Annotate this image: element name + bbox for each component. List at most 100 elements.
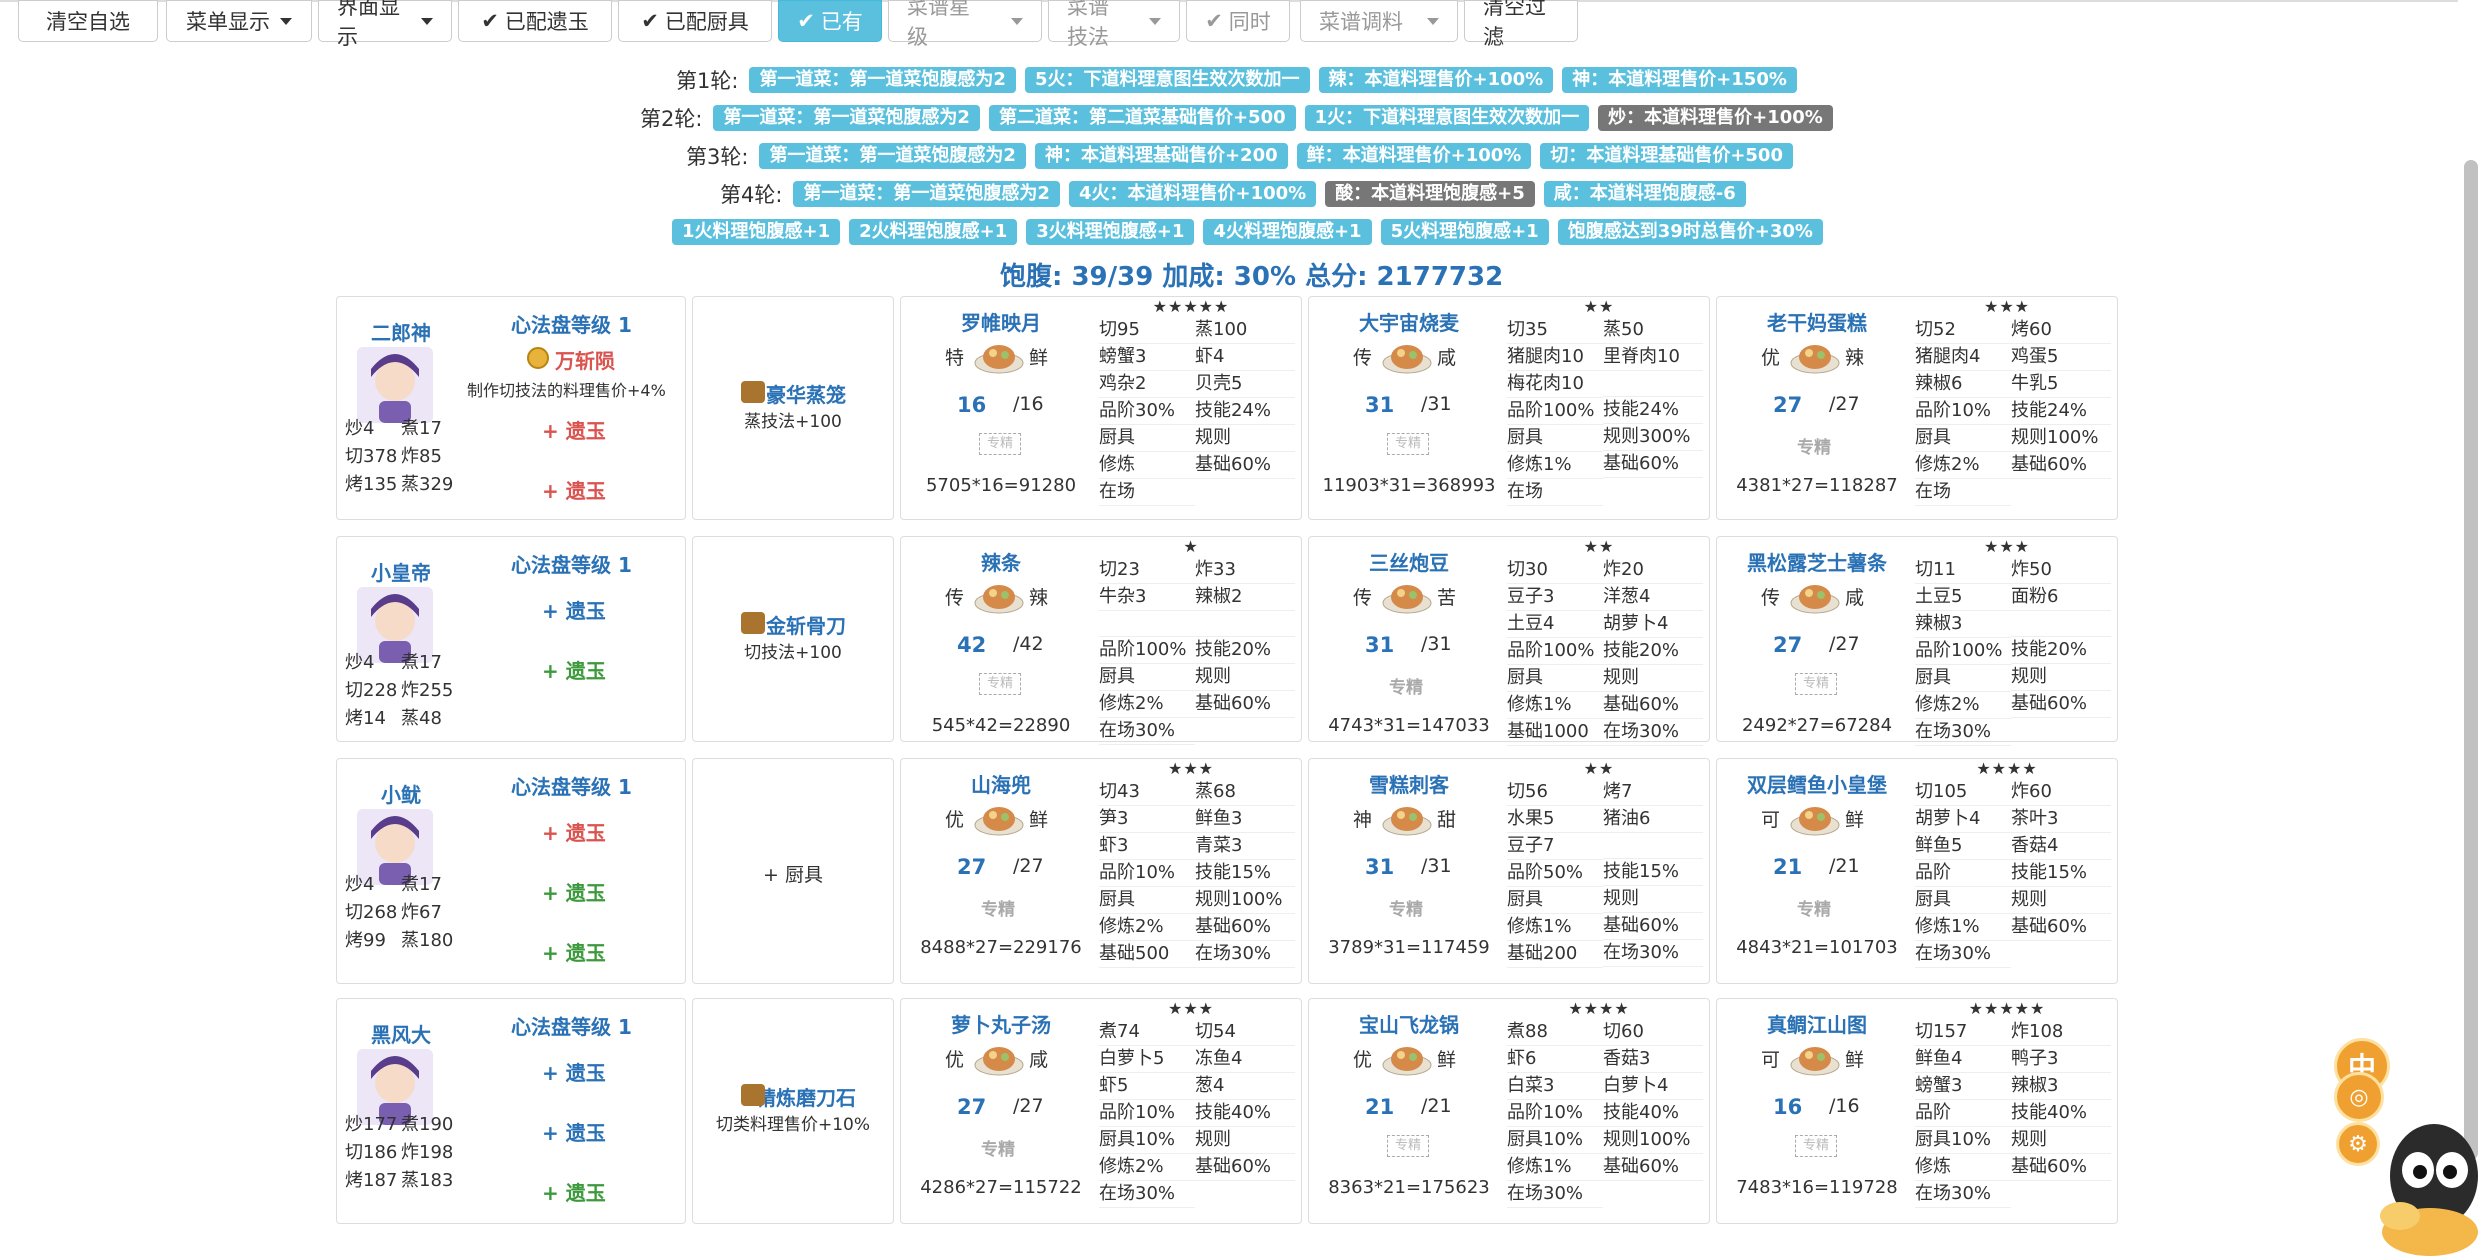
rule-tag: 第二道菜：第二道菜基础售价+500 [988,105,1296,131]
stat-value: 烤187 [345,1170,398,1191]
chef-name[interactable]: 小鱿 [371,779,431,808]
dish-card[interactable]: 宝山飞龙锅 ★★★★ 优鲜 21/21 专精 8363*21=175623 煮88 虾6 白菜3… [1308,998,1710,1224]
detail-item: 规则 [2011,887,2111,914]
rule-tag: 1火料理饱腹感+1 [672,219,841,245]
detail-item: 虾3 [1099,833,1195,860]
detail-item: 基础60% [2011,1154,2111,1181]
dish-card[interactable]: 罗帷映月 ★★★★★ 特鲜 16/16 专精 5705*16=91280 切95 螃蟹3 鸡杂2… [900,296,1302,520]
dish-quantity[interactable]: 31 [1365,633,1394,657]
toolbar-button-8[interactable]: ✔ 同时 [1186,0,1290,42]
stat-value: 炒4 [345,652,375,673]
chef-name[interactable]: 二郎神 [371,317,431,346]
detail-item: 鲜鱼5 [1915,833,2011,860]
dish-detail-right: 炸33 辣椒2 技能20% 规则 基础60% [1195,557,1295,718]
add-yuyu-button[interactable]: + 遗玉 [542,475,606,504]
dish-quantity[interactable]: 31 [1365,393,1394,417]
detail-item: 技能40% [1195,1100,1295,1127]
add-yuyu-button[interactable]: + 遗玉 [542,595,606,624]
toolbar-button-0[interactable]: 清空自选 [18,0,158,42]
dish-rank: 优 [945,809,965,831]
equip-card[interactable]: 豪华蒸笼 蒸技法+100 [692,296,894,520]
equip-desc: 蒸技法+100 [744,412,842,432]
detail-item: 胡萝卜4 [1915,806,2011,833]
add-equip-button[interactable]: + 厨具 [693,860,893,887]
add-yuyu-button[interactable]: + 遗玉 [542,877,606,906]
dish-quantity[interactable]: 16 [957,393,986,417]
dish-quantity[interactable]: 27 [1773,393,1802,417]
dish-total: 8488*27=229176 [920,937,1082,958]
toolbar-button-3[interactable]: ✔ 已配遗玉 [458,0,612,42]
toolbar-button-1[interactable]: 菜单显示 [166,0,312,42]
chef-card[interactable]: 黑风大王炒177煮190切186炸198烤187蒸183心法盘等级 1+ 遗玉+… [336,998,686,1224]
dish-card[interactable]: 三丝炮豆 ★★ 传苦 31/31 专精 4743*31=147033 切30 豆子3 土豆4 品阶… [1308,536,1710,746]
dish-card[interactable]: 双层鳕鱼小皇堡 ★★★★ 可鲜 21/21 专精 4843*21=101703 切105 胡萝… [1716,758,2118,984]
toolbar-button-label: 清空过滤 [1483,0,1546,49]
dish-quantity[interactable]: 21 [1365,1095,1394,1119]
stat-value: 切186 [345,1142,398,1163]
detail-item [1603,833,1703,859]
detail-item: 修炼 [1099,452,1195,479]
detail-item: 品阶100% [1507,638,1603,665]
dish-detail-right: 切60 香菇3 白萝卜4 技能40% 规则100% 基础60% [1603,1019,1703,1181]
xinfa-level[interactable]: 心法盘等级 1 [511,771,632,800]
stat-line: 炒4 煮17 [345,871,457,899]
detail-item: 豆子7 [1507,833,1603,860]
chef-card[interactable]: 二郎神 炒4 煮17 切378 炸85 烤135 蒸329 心法盘等级 1 万斩陨 制作切技法的料… [336,296,686,520]
dish-card[interactable]: 大宇宙烧麦 ★★ 传咸 31/31 专精 11903*31=368993 切35 猪腿肉10 梅… [1308,296,1710,520]
detail-item: 厨具 [1915,887,2011,914]
toolbar-button-label: 已配遗玉 [504,10,589,34]
dish-quantity[interactable]: 31 [1365,855,1394,879]
equip-card[interactable]: 金斩骨刀 切技法+100 [692,536,894,742]
round-row: 1火料理饱腹感+1 2火料理饱腹感+1 3火料理饱腹感+1 4火料理饱腹感+1 5火料理… [672,218,1823,246]
chef-name[interactable]: 小皇帝 [371,557,431,586]
dish-max-quantity: /27 [1829,633,1860,655]
dish-detail-left: 切52 猪腿肉4 辣椒6 品阶10% 厨具 修炼2% 在场 [1915,317,2011,506]
dish-card[interactable]: 山海兜 ★★★ 优鲜 27/27 专精 8488*27=229176 切43 笋3 虾3 品阶10… [900,758,1302,984]
dish-card[interactable]: 雪糕刺客 ★★ 神甜 31/31 专精 3789*31=117459 切56 水果5 豆子7 品阶… [1308,758,1710,984]
toolbar-button-5[interactable]: ✔ 已有 [778,0,882,42]
detail-item: 烤60 [2011,317,2111,344]
detail-item: 基础60% [1195,691,1295,718]
dish-quantity[interactable]: 27 [957,1095,986,1119]
add-yuyu-button[interactable]: + 遗玉 [542,415,606,444]
xinfa-level[interactable]: 心法盘等级 1 [511,1011,632,1040]
toolbar-button-2[interactable]: 界面显示 [318,0,452,49]
dish-quantity[interactable]: 42 [957,633,986,657]
dish-card[interactable]: 真鲷江山图 ★★★★★ 可鲜 16/16 专精 7483*16=119728 切157 鲜鱼4… [1716,998,2118,1224]
xinfa-level[interactable]: 心法盘等级 1 [511,309,632,338]
dish-card[interactable]: 黑松露芝士薯条 ★★★ 传咸 27/27 专精 2492*27=67284 切11 土豆5 辣椒… [1716,536,2118,746]
equip-card[interactable]: + 厨具 [692,758,894,984]
add-yuyu-button[interactable]: + 遗玉 [542,1177,606,1206]
detail-item: 规则 [1603,665,1703,692]
toolbar-button-4[interactable]: ✔ 已配厨具 [618,0,772,42]
dish-quantity[interactable]: 27 [1773,633,1802,657]
add-yuyu-button[interactable]: + 遗玉 [542,817,606,846]
toolbar-button-6[interactable]: 菜谱星级 [888,0,1042,49]
equip-card[interactable]: 精炼磨刀石 切类料理售价+10% [692,998,894,1224]
stat-value: 炸67 [401,902,442,923]
dish-card[interactable]: 萝卜丸子汤 ★★★ 优咸 27/27 专精 4286*27=115722 煮74 白萝卜5 虾5… [900,998,1302,1224]
chef-card[interactable]: 小鱿 炒4 煮17 切268 炸67 烤99 蒸180 心法盘等级 1 + 遗玉 + 遗玉 + 遗玉 [336,758,686,984]
dish-quantity[interactable]: 27 [957,855,986,879]
chef-card[interactable]: 小皇帝 炒4 煮17 切228 炸255 烤14 蒸48 心法盘等级 1 + 遗玉 + 遗玉 [336,536,686,742]
dish-rank: 优 [1761,347,1781,369]
dish-flavor: 鲜 [1845,1049,1865,1071]
add-yuyu-button[interactable]: + 遗玉 [542,1117,606,1146]
rule-tag: 炒：本道料理售价+100% [1598,105,1833,131]
dish-card[interactable]: 老干妈蛋糕 ★★★ 优辣 27/27 专精 4381*27=118287 切52 猪腿肉4 辣椒… [1716,296,2118,520]
toolbar-button-9[interactable]: 菜谱调料 [1300,0,1458,42]
dish-card[interactable]: 辣条 ★ 传辣 42/42 专精 545*42=22890 切23 牛杂3 品阶100% 厨具 修炼… [900,536,1302,745]
detail-item: 品阶100% [1099,637,1195,664]
mascot-icon[interactable] [2370,1096,2478,1260]
add-yuyu-button[interactable]: + 遗玉 [542,655,606,684]
stat-line: 切378 炸85 [345,443,457,471]
toolbar-button-7[interactable]: 菜谱技法 [1048,0,1180,49]
dish-quantity[interactable]: 21 [1773,855,1802,879]
toolbar-button-10[interactable]: 清空过滤 [1464,0,1578,49]
add-yuyu-button[interactable]: + 遗玉 [542,937,606,966]
xinfa-level[interactable]: 心法盘等级 1 [511,549,632,578]
scrollbar[interactable] [2464,160,2478,1160]
add-yuyu-button[interactable]: + 遗玉 [542,1057,606,1086]
detail-item: 切95 [1099,317,1195,344]
dish-quantity[interactable]: 16 [1773,1095,1802,1119]
